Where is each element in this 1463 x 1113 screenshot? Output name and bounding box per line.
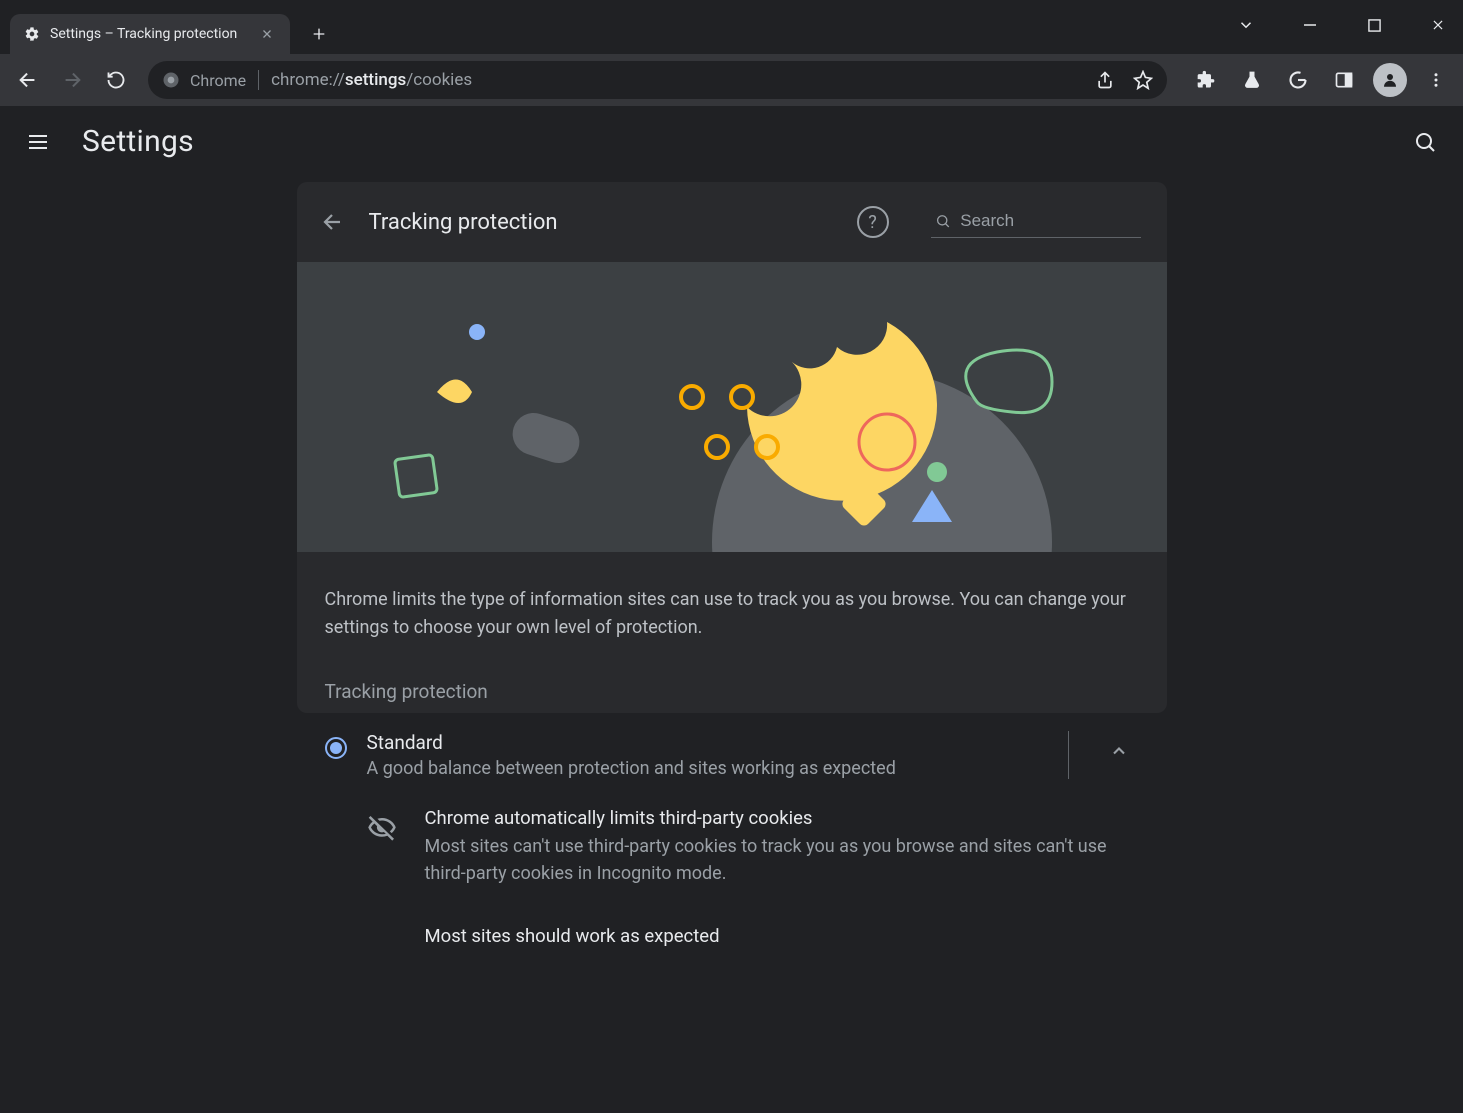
collapse-button[interactable] [1099, 731, 1139, 771]
visibility-off-icon [367, 813, 399, 845]
checkmark-icon [367, 931, 399, 963]
menu-icon[interactable] [1419, 63, 1453, 97]
divider [1068, 731, 1069, 779]
browser-toolbar: Chrome chrome://settings/cookies [0, 54, 1463, 106]
chrome-logo-icon [162, 71, 180, 89]
titlebar: Settings – Tracking protection [0, 0, 1463, 54]
browser-tab[interactable]: Settings – Tracking protection [10, 14, 290, 54]
reload-button[interactable] [98, 62, 134, 98]
side-panel-icon[interactable] [1327, 63, 1361, 97]
section-label: Tracking protection [297, 650, 1167, 709]
maximize-button[interactable] [1359, 10, 1389, 40]
radio-standard[interactable] [325, 737, 347, 759]
option-title: Standard [367, 731, 1038, 754]
detail-title: Chrome automatically limits third-party … [425, 807, 1139, 829]
page-back-button[interactable] [315, 204, 351, 240]
share-icon[interactable] [1095, 70, 1115, 90]
content-area[interactable]: Tracking protection ? [0, 178, 1463, 1113]
close-tab-button[interactable] [258, 25, 276, 43]
url-text: chrome://settings/cookies [271, 70, 472, 90]
search-icon [935, 212, 951, 230]
google-icon[interactable] [1281, 63, 1315, 97]
option-subtitle: A good balance between protection and si… [367, 758, 1038, 779]
window-controls [1231, 10, 1463, 54]
address-bar[interactable]: Chrome chrome://settings/cookies [148, 61, 1167, 99]
chip-label: Chrome [190, 71, 246, 90]
close-window-button[interactable] [1423, 10, 1453, 40]
settings-title: Settings [82, 124, 194, 159]
page-search-input[interactable] [960, 211, 1140, 231]
hamburger-menu-button[interactable] [18, 122, 58, 162]
detail-row-cookies: Chrome automatically limits third-party … [297, 797, 1167, 897]
page-search[interactable] [931, 207, 1141, 238]
option-text: Standard A good balance between protecti… [367, 731, 1038, 779]
illustration-banner [297, 262, 1167, 552]
labs-icon[interactable] [1235, 63, 1269, 97]
option-standard[interactable]: Standard A good balance between protecti… [297, 709, 1167, 797]
settings-card: Tracking protection ? [297, 182, 1167, 713]
search-settings-button[interactable] [1405, 122, 1445, 162]
bookmark-icon[interactable] [1133, 70, 1153, 90]
help-icon[interactable]: ? [857, 206, 889, 238]
minimize-button[interactable] [1295, 10, 1325, 40]
page-title: Tracking protection [369, 210, 558, 235]
detail-row-sites: Most sites should work as expected [297, 897, 1167, 973]
site-chip[interactable]: Chrome [162, 71, 246, 90]
back-button[interactable] [10, 62, 46, 98]
page-description: Chrome limits the type of information si… [297, 552, 1167, 650]
extensions-icon[interactable] [1189, 63, 1223, 97]
forward-button[interactable] [54, 62, 90, 98]
detail-title: Most sites should work as expected [425, 925, 1139, 947]
card-header: Tracking protection ? [297, 182, 1167, 262]
settings-header: Settings [0, 106, 1463, 178]
gear-icon [24, 26, 40, 42]
tab-title: Settings – Tracking protection [50, 26, 237, 42]
profile-icon[interactable] [1373, 63, 1407, 97]
divider [258, 70, 259, 90]
new-tab-button[interactable] [302, 17, 336, 51]
detail-subtitle: Most sites can't use third-party cookies… [425, 833, 1139, 887]
chevron-down-icon[interactable] [1231, 10, 1261, 40]
